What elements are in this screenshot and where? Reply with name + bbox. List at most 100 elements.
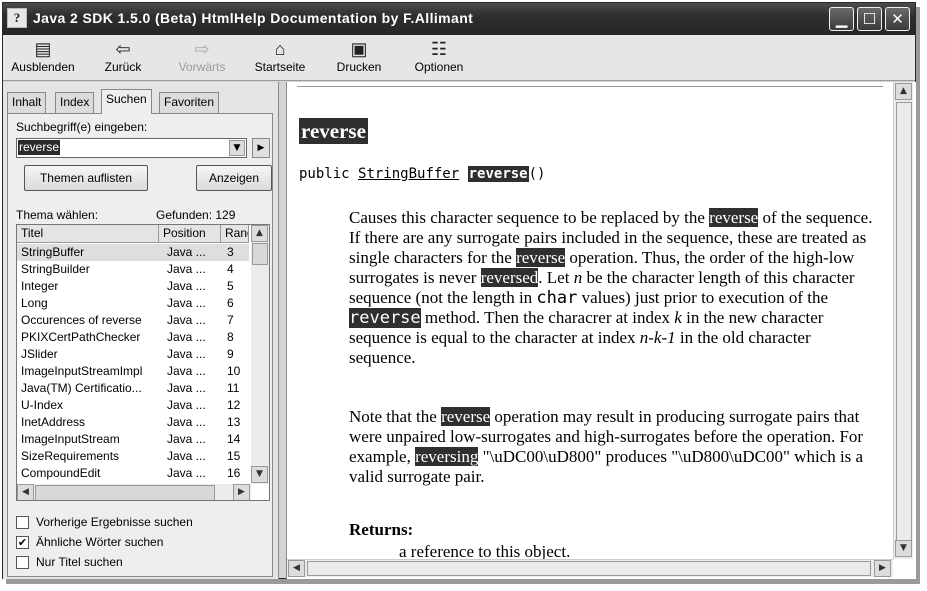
title-bar[interactable]: ? Java 2 SDK 1.5.0 (Beta) HtmlHelp Docum… — [3, 3, 915, 35]
tab-index[interactable]: Index — [55, 92, 95, 113]
show-button[interactable]: Anzeigen — [196, 165, 272, 191]
scroll-up-icon[interactable]: ▲ — [251, 225, 268, 242]
result-position: Java ... — [167, 262, 206, 276]
titles-only-label: Nur Titel suchen — [36, 555, 123, 569]
result-title: InetAddress — [21, 415, 86, 429]
minimize-button[interactable]: ▁ — [829, 7, 854, 31]
result-position: Java ... — [167, 381, 206, 395]
search-tab-panel: Suchbegriff(e) eingeben: reverse ▼ ▶ The… — [7, 113, 273, 577]
search-input-value: reverse — [18, 140, 61, 155]
scroll-right-icon[interactable]: ▶ — [233, 484, 250, 500]
result-title: ImageInputStreamImpl — [21, 364, 143, 378]
result-row[interactable]: StringBuilder Java ... 4 — [17, 261, 249, 278]
scroll-left-icon[interactable]: ◀ — [17, 484, 34, 500]
tab-favoriten[interactable]: Favoriten — [159, 92, 220, 113]
scroll-left-icon[interactable]: ◀ — [288, 560, 305, 577]
result-row[interactable]: CompoundEdit Java ... 16 — [17, 465, 249, 482]
result-row[interactable]: U-Index Java ... 12 — [17, 397, 249, 414]
result-position: Java ... — [167, 347, 206, 361]
navigation-pane: Inhalt Index Suchen Favoriten Suchbegrif… — [3, 82, 279, 579]
similar-words-checkbox[interactable]: ✔ — [16, 536, 29, 549]
list-topics-button[interactable]: Themen auflisten — [24, 165, 148, 191]
signature-suffix: () — [528, 166, 546, 182]
result-row[interactable]: JSlider Java ... 9 — [17, 346, 249, 363]
tab-suchen[interactable]: Suchen — [101, 89, 152, 114]
column-rank-header[interactable]: Rang — [221, 225, 249, 243]
result-row[interactable]: PKIXCertPathChecker Java ... 8 — [17, 329, 249, 346]
text-run: Causes this character sequence to be rep… — [349, 208, 710, 227]
printer-icon: ▣ — [350, 39, 368, 59]
results-header: Titel Position Rang — [17, 225, 249, 243]
options-icon: ☷ — [430, 39, 448, 59]
previous-results-checkbox[interactable] — [16, 516, 29, 529]
home-icon: ⌂ — [274, 39, 286, 59]
column-title-header[interactable]: Titel — [17, 225, 159, 243]
result-rank: 11 — [227, 381, 240, 395]
result-row[interactable]: Integer Java ... 5 — [17, 278, 249, 295]
results-list[interactable]: Titel Position Rang StringBuffer Java ...… — [16, 224, 270, 501]
text-run: . Let — [538, 268, 574, 287]
result-title: JSlider — [21, 347, 58, 361]
titles-only-checkbox[interactable] — [16, 556, 29, 569]
result-row[interactable]: Long Java ... 6 — [17, 295, 249, 312]
result-row[interactable]: StringBuffer Java ... 3 — [17, 244, 249, 261]
result-title: SizeRequirements — [21, 449, 120, 463]
results-horizontal-scrollbar[interactable]: ◀ ▶ — [17, 484, 251, 500]
search-go-button[interactable]: ▶ — [252, 138, 270, 158]
scroll-down-icon[interactable]: ▼ — [895, 540, 912, 557]
result-rank: 6 — [227, 296, 234, 310]
search-prompt-label: Suchbegriff(e) eingeben: — [16, 120, 148, 134]
result-position: Java ... — [167, 432, 206, 446]
returns-text: a reference to this object. — [399, 542, 571, 559]
help-question-icon: ? — [7, 8, 27, 28]
scroll-down-icon[interactable]: ▼ — [251, 466, 268, 483]
stringbuffer-link[interactable]: StringBuffer — [358, 166, 459, 182]
found-count-label: Gefunden: 129 — [156, 208, 236, 222]
tab-inhalt[interactable]: Inhalt — [7, 92, 47, 113]
chevron-down-icon[interactable]: ▼ — [229, 140, 245, 156]
column-position-header[interactable]: Position — [159, 225, 221, 243]
returns-label: Returns: — [349, 520, 414, 539]
result-row[interactable]: ImageInputStream Java ... 14 — [17, 431, 249, 448]
document-vertical-scrollbar[interactable]: ▲ ▼ — [893, 82, 913, 559]
scroll-thumb[interactable] — [896, 102, 912, 542]
result-title: StringBuilder — [21, 262, 90, 276]
document-horizontal-scrollbar[interactable]: ◀ ▶ — [287, 559, 893, 577]
results-vertical-scrollbar[interactable]: ▲ ▼ — [251, 225, 269, 484]
result-row[interactable]: Java(TM) Certificatio... Java ... 11 — [17, 380, 249, 397]
scroll-thumb[interactable] — [252, 243, 268, 265]
scroll-right-icon[interactable]: ▶ — [874, 560, 891, 577]
minimize-icon: ▁ — [835, 10, 848, 28]
print-button[interactable]: ▣ Drucken — [329, 38, 389, 74]
result-rank: 16 — [227, 466, 241, 480]
select-topic-label: Thema wählen: — [16, 208, 99, 222]
result-rank: 10 — [227, 364, 241, 378]
divider — [297, 86, 883, 87]
maximize-button[interactable]: ☐ — [857, 7, 882, 31]
search-highlight: reverse — [349, 308, 421, 328]
scroll-thumb[interactable] — [35, 485, 215, 500]
scroll-thumb[interactable] — [307, 561, 871, 576]
result-row[interactable]: SizeRequirements Java ... 15 — [17, 448, 249, 465]
document-content: reverse public StringBuffer reverse() Ca… — [287, 82, 891, 559]
result-rank: 4 — [227, 262, 234, 276]
result-row[interactable]: Occurences of reverse Java ... 7 — [17, 312, 249, 329]
result-row[interactable]: ImageInputStreamImpl Java ... 10 — [17, 363, 249, 380]
search-highlight: reverse — [516, 248, 566, 267]
scroll-up-icon[interactable]: ▲ — [895, 83, 912, 100]
maximize-icon: ☐ — [862, 10, 877, 28]
result-rank: 15 — [227, 449, 241, 463]
back-button[interactable]: ⇦ Zurück — [95, 38, 151, 74]
result-title: Java(TM) Certificatio... — [21, 381, 142, 395]
home-button[interactable]: ⌂ Startseite — [247, 38, 313, 74]
options-button[interactable]: ☷ Optionen — [407, 38, 471, 74]
result-position: Java ... — [167, 296, 206, 310]
search-input[interactable]: reverse ▼ — [16, 138, 247, 158]
text-run: char — [536, 288, 578, 308]
text-run: method. Then the characrer at index — [420, 308, 675, 327]
arrow-right-icon: ⇨ — [194, 39, 210, 59]
hide-button[interactable]: ▤ Ausblenden — [7, 38, 79, 74]
close-button[interactable]: ✕ — [885, 7, 910, 31]
result-row[interactable]: InetAddress Java ... 13 — [17, 414, 249, 431]
forward-button[interactable]: ⇨ Vorwärts — [169, 38, 235, 74]
